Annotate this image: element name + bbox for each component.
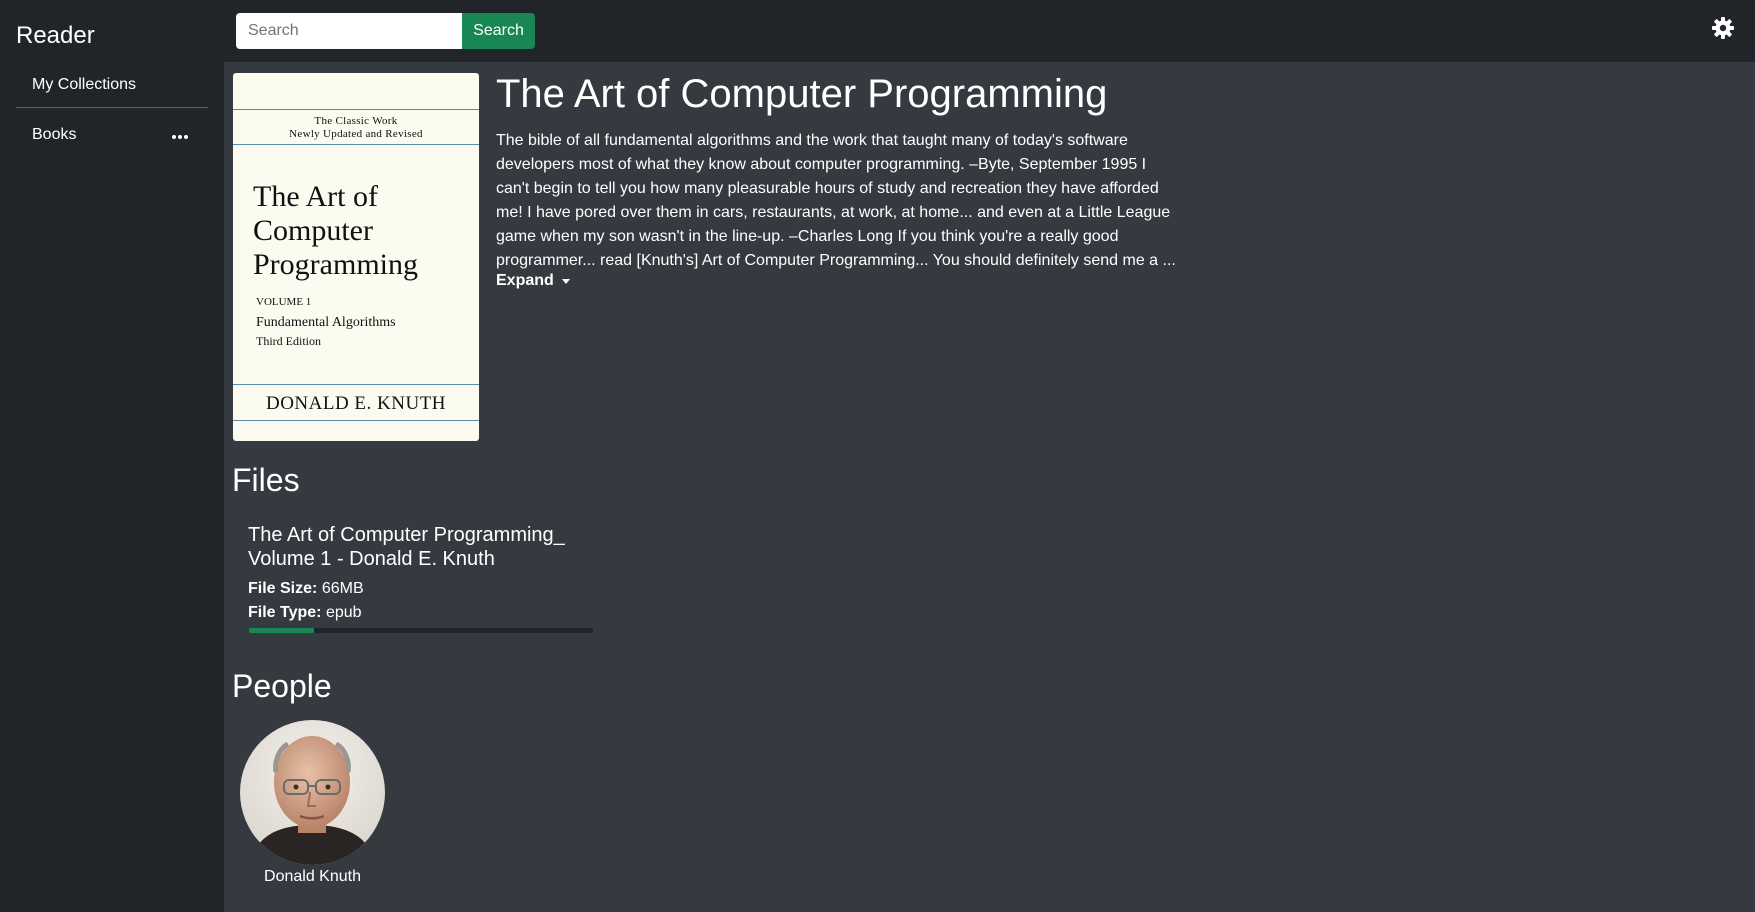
- cover-tagline-2: Newly Updated and Revised: [289, 128, 423, 140]
- cover-subtitle: Fundamental Algorithms: [256, 315, 396, 330]
- reading-progress-fill: [249, 628, 315, 633]
- sidebar-divider: [16, 107, 208, 108]
- expand-button[interactable]: Expand: [496, 272, 571, 290]
- cover-edition: Third Edition: [256, 334, 321, 348]
- cover-title: The Art of Computer Programming: [253, 180, 418, 281]
- cover-tagline: The Classic Work: [314, 115, 398, 127]
- file-card[interactable]: The Art of Computer Programming_ Volume …: [248, 523, 594, 625]
- file-name[interactable]: The Art of Computer Programming_ Volume …: [248, 523, 594, 571]
- search-button[interactable]: Search: [462, 13, 535, 49]
- book-cover: The Classic Work Newly Updated and Revis…: [233, 73, 479, 441]
- sidebar: Reader My Collections Books: [0, 0, 224, 912]
- reading-progress-bar: [249, 628, 593, 633]
- person-name[interactable]: Donald Knuth: [240, 868, 385, 886]
- file-type: File Type: epub: [248, 604, 362, 621]
- cover-author: DONALD E. KNUTH: [265, 393, 447, 414]
- sidebar-item-my-collections[interactable]: My Collections: [32, 76, 136, 94]
- person-photo: [240, 720, 385, 865]
- book-description: The bible of all fundamental algorithms …: [496, 132, 1176, 269]
- expand-label: Expand: [496, 272, 554, 289]
- person-avatar[interactable]: [240, 720, 385, 865]
- search-input[interactable]: [236, 13, 462, 49]
- gear-icon[interactable]: [1711, 16, 1735, 40]
- people-heading: People: [232, 668, 332, 704]
- file-size: File Size: 66MB: [248, 580, 364, 597]
- more-horizontal-icon[interactable]: [169, 127, 191, 147]
- app-title: Reader: [16, 22, 95, 49]
- sidebar-item-books[interactable]: Books: [32, 126, 76, 144]
- files-heading: Files: [232, 462, 300, 498]
- book-title: The Art of Computer Programming: [496, 72, 1108, 116]
- caret-down-icon: [562, 278, 571, 284]
- cover-volume: VOLUME 1: [256, 296, 312, 308]
